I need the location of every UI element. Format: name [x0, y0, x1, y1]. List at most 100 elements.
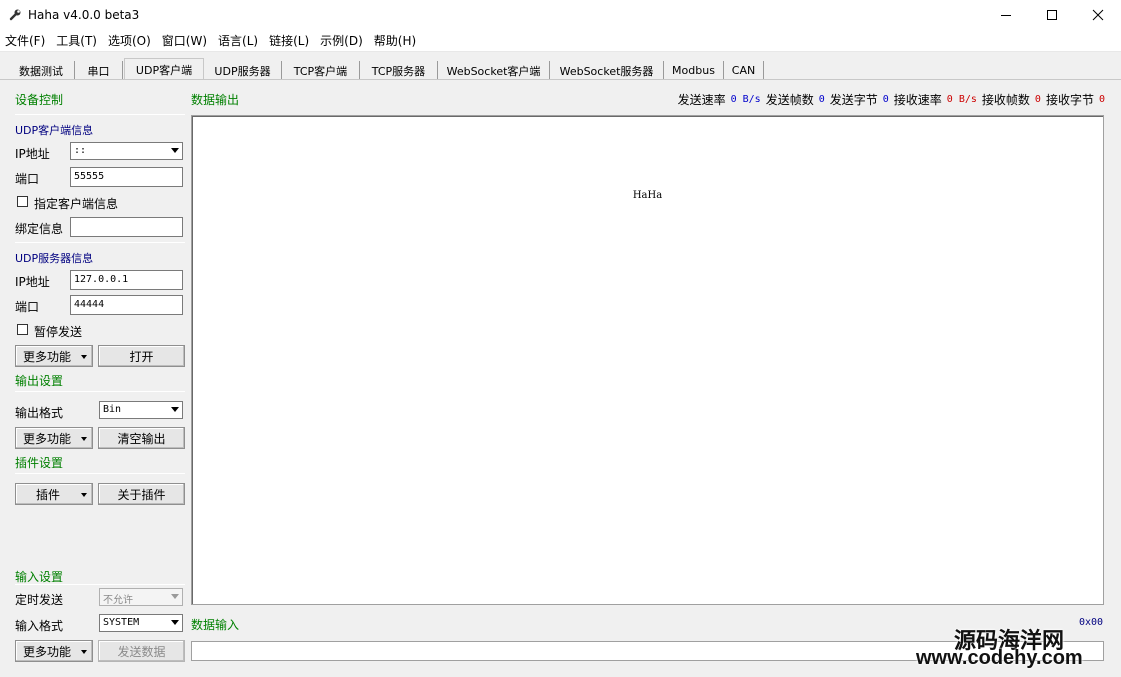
tab-websocket-client[interactable]: WebSocket客户端: [438, 61, 550, 80]
close-icon: [1092, 9, 1104, 21]
device-more-button[interactable]: 更多功能: [15, 345, 93, 367]
client-ip-label: IP地址: [15, 147, 50, 161]
window-title: Haha v4.0.0 beta3: [28, 8, 140, 22]
specify-client-checkbox[interactable]: [17, 196, 28, 207]
device-control-title: 设备控制: [15, 93, 64, 107]
send-data-button[interactable]: 发送数据: [98, 640, 185, 662]
input-format-label: 输入格式: [15, 619, 64, 633]
send-frames-label: 发送帧数: [765, 93, 814, 107]
minimize-button[interactable]: [983, 0, 1029, 30]
server-port-label: 端口: [15, 300, 40, 314]
client-ip-value: ::: [74, 145, 87, 156]
udp-client-info-title: UDP客户端信息: [15, 124, 94, 137]
output-more-label: 更多功能: [23, 431, 72, 446]
send-bytes-label: 发送字节: [829, 93, 878, 107]
udp-server-info-title: UDP服务器信息: [15, 252, 94, 265]
send-rate-label: 发送速率: [677, 93, 726, 107]
menu-language[interactable]: 语言(L): [218, 32, 258, 49]
divider: [15, 242, 185, 243]
input-more-label: 更多功能: [23, 644, 72, 659]
minimize-icon: [1001, 15, 1011, 16]
tab-tcp-server[interactable]: TCP服务器: [360, 61, 438, 80]
output-more-button[interactable]: 更多功能: [15, 427, 93, 449]
client-port-input[interactable]: 55555: [70, 167, 183, 187]
menu-bar: 文件(F) 工具(T) 选项(O) 窗口(W) 语言(L) 链接(L) 示例(D…: [0, 30, 1121, 52]
recv-frames-value: 0: [1034, 94, 1041, 105]
output-format-label: 输出格式: [15, 406, 64, 420]
menu-options[interactable]: 选项(O): [108, 32, 151, 49]
input-hex-value: 0x00: [1079, 617, 1104, 628]
recv-bytes-label: 接收字节: [1045, 93, 1094, 107]
tab-udp-client[interactable]: UDP客户端: [124, 58, 204, 80]
specify-client-label: 指定客户端信息: [34, 197, 119, 211]
data-input-title: 数据输入: [191, 618, 240, 632]
stats-bar: 发送速率 0 B/s 发送帧数 0 发送字节 0 接收速率 0 B/s 接收帧数…: [640, 91, 1105, 108]
input-settings-title: 输入设置: [15, 570, 64, 584]
maximize-icon: [1047, 10, 1057, 20]
dropdown-arrow-icon: [81, 437, 87, 441]
tab-modbus[interactable]: Modbus: [664, 61, 724, 80]
menu-links[interactable]: 链接(L): [269, 32, 309, 49]
server-ip-input[interactable]: 127.0.0.1: [70, 270, 183, 290]
chevron-down-icon: [171, 407, 179, 412]
open-button[interactable]: 打开: [98, 345, 185, 367]
dropdown-arrow-icon: [81, 493, 87, 497]
tab-serial[interactable]: 串口: [75, 61, 123, 80]
app-window: Haha v4.0.0 beta3 文件(F) 工具(T) 选项(O) 窗口(W…: [0, 0, 1121, 677]
recv-rate-label: 接收速率: [893, 93, 942, 107]
tab-tcp-client[interactable]: TCP客户端: [282, 61, 360, 80]
send-bytes-value: 0: [882, 94, 889, 105]
dropdown-arrow-icon: [81, 355, 87, 359]
output-format-value: Bin: [103, 404, 122, 415]
data-output-area[interactable]: HaHa: [191, 115, 1104, 605]
output-format-combo[interactable]: Bin: [99, 401, 183, 419]
recv-rate-value: 0 B/s: [946, 94, 977, 105]
output-content: HaHa: [632, 190, 663, 201]
input-format-value: SYSTEM: [103, 617, 140, 628]
server-ip-label: IP地址: [15, 275, 50, 289]
timer-send-value: 不允许: [103, 595, 133, 606]
maximize-button[interactable]: [1029, 0, 1075, 30]
menu-tools[interactable]: 工具(T): [56, 32, 97, 49]
tab-udp-server[interactable]: UDP服务器: [204, 61, 282, 80]
output-settings-title: 输出设置: [15, 374, 64, 388]
plugin-label: 插件: [36, 487, 61, 502]
recv-frames-label: 接收帧数: [981, 93, 1030, 107]
client-port-label: 端口: [15, 172, 40, 186]
input-more-button[interactable]: 更多功能: [15, 640, 93, 662]
tab-bar: 数据测试 串口 UDP客户端 UDP服务器 TCP客户端 TCP服务器 WebS…: [0, 58, 1121, 80]
divider: [15, 473, 185, 474]
tab-data-test[interactable]: 数据测试: [8, 61, 75, 80]
send-rate-value: 0 B/s: [730, 94, 761, 105]
bind-info-input[interactable]: [70, 217, 183, 237]
plugin-settings-title: 插件设置: [15, 456, 64, 470]
dropdown-arrow-icon: [81, 650, 87, 654]
menu-help[interactable]: 帮助(H): [374, 32, 416, 49]
tab-can[interactable]: CAN: [724, 61, 764, 80]
tab-websocket-server[interactable]: WebSocket服务器: [550, 61, 664, 80]
divider: [15, 584, 185, 585]
menu-file[interactable]: 文件(F): [5, 32, 45, 49]
pause-send-checkbox[interactable]: [17, 324, 28, 335]
plugin-button[interactable]: 插件: [15, 483, 93, 505]
watermark-url: www.codehy.com: [916, 647, 1083, 669]
client-ip-combo[interactable]: ::: [70, 142, 183, 160]
bind-info-label: 绑定信息: [15, 222, 64, 236]
chevron-down-icon: [171, 620, 179, 625]
chevron-down-icon: [171, 148, 179, 153]
about-plugin-button[interactable]: 关于插件: [98, 483, 185, 505]
input-format-combo[interactable]: SYSTEM: [99, 614, 183, 632]
send-frames-value: 0: [818, 94, 825, 105]
tab-divider: [0, 79, 1121, 80]
timer-send-label: 定时发送: [15, 593, 64, 607]
divider: [15, 114, 185, 115]
close-button[interactable]: [1075, 0, 1121, 30]
server-port-input[interactable]: 44444: [70, 295, 183, 315]
timer-send-combo[interactable]: 不允许: [99, 588, 183, 606]
menu-window[interactable]: 窗口(W): [162, 32, 207, 49]
recv-bytes-value: 0: [1098, 94, 1105, 105]
wrench-icon: [9, 9, 21, 21]
menu-examples[interactable]: 示例(D): [320, 32, 363, 49]
chevron-down-icon: [171, 594, 179, 599]
clear-output-button[interactable]: 清空输出: [98, 427, 185, 449]
